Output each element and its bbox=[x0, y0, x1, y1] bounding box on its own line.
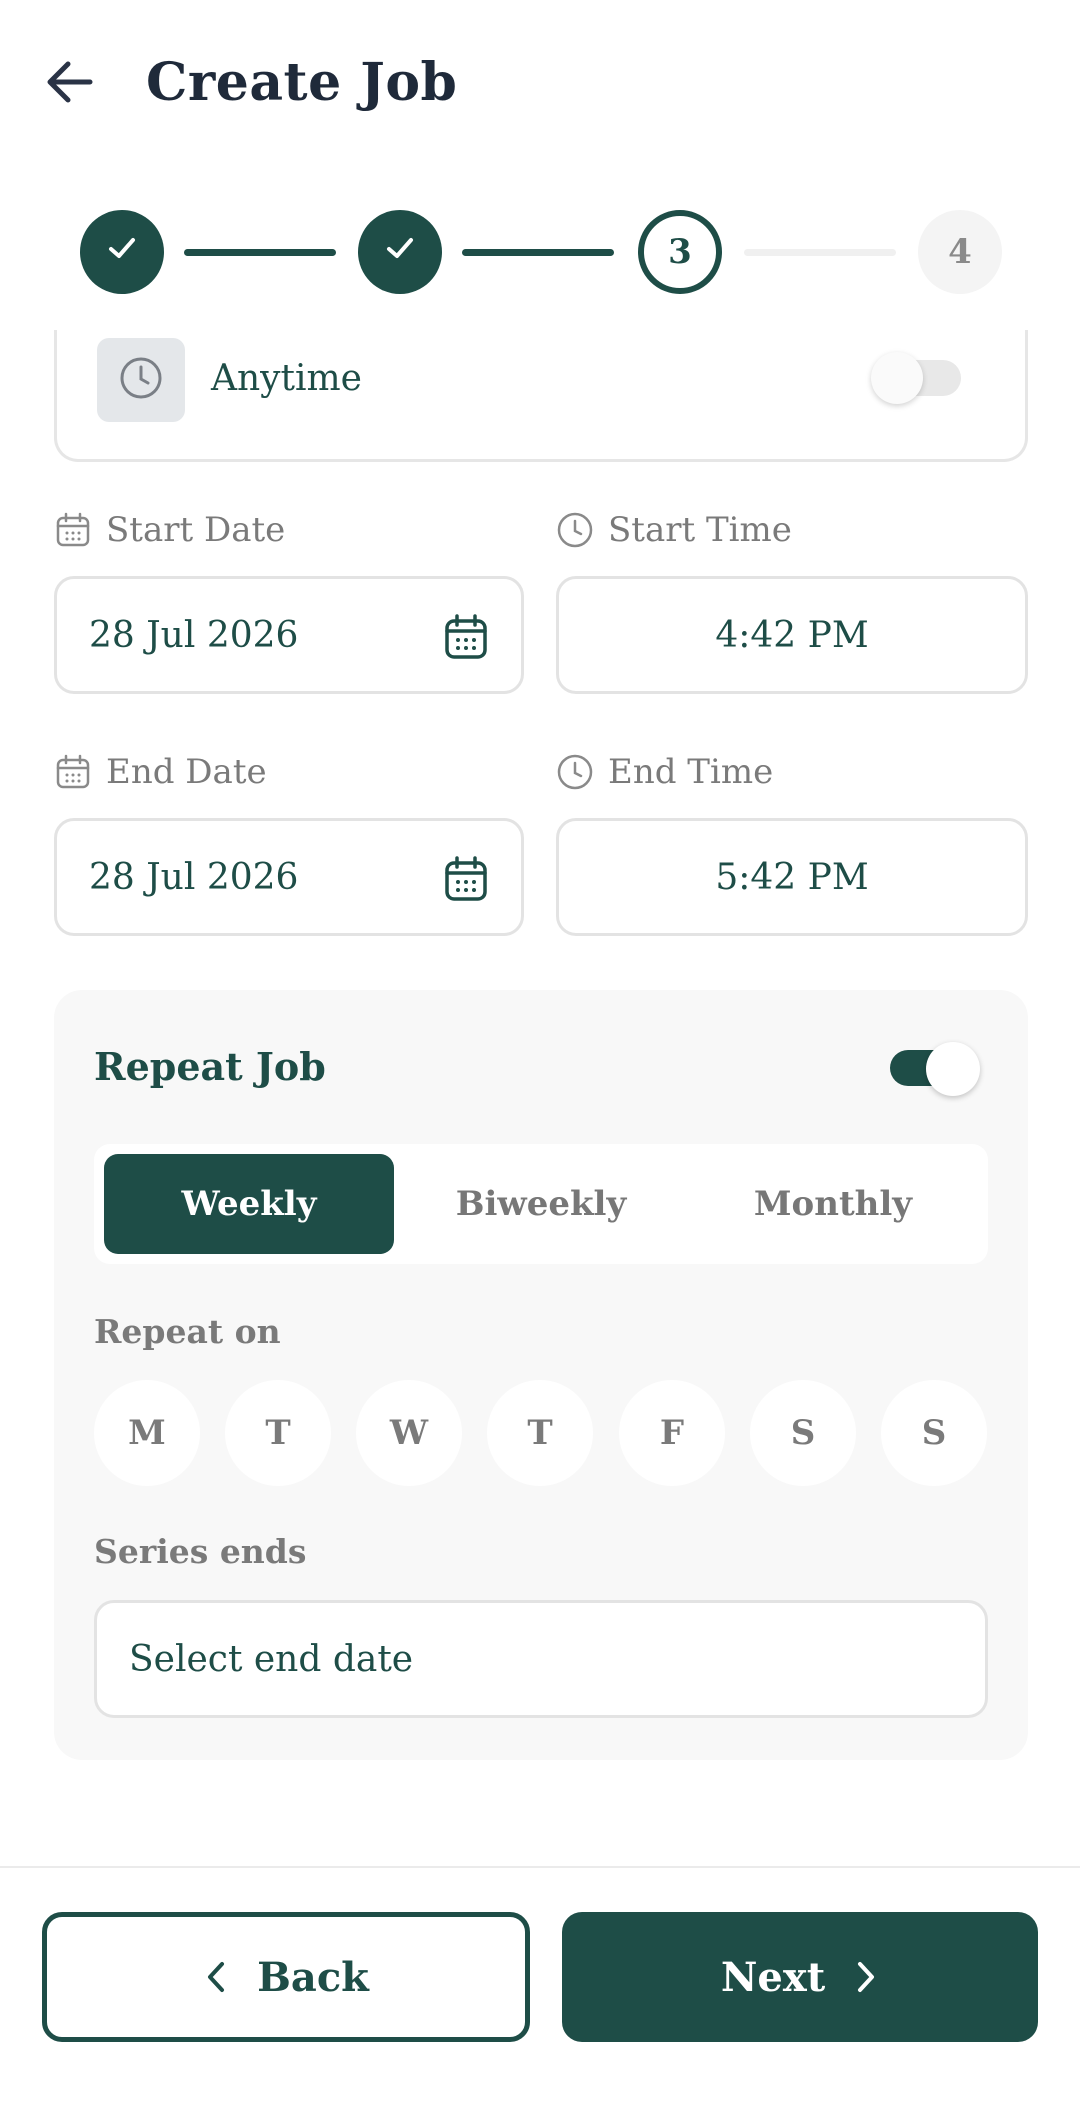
step-connector bbox=[744, 249, 896, 256]
series-end-placeholder: Select end date bbox=[129, 1638, 414, 1680]
day-monday[interactable]: M bbox=[94, 1380, 200, 1486]
end-date-value: 28 Jul 2026 bbox=[89, 856, 299, 898]
repeat-on-label: Repeat on bbox=[94, 1312, 281, 1351]
step-1 bbox=[80, 210, 164, 294]
clock-icon bbox=[556, 511, 594, 549]
end-time-value: 5:42 PM bbox=[715, 856, 869, 898]
end-date-label: End Date bbox=[54, 752, 267, 792]
end-time-field[interactable]: 5:42 PM bbox=[556, 818, 1028, 936]
start-time-value: 4:42 PM bbox=[715, 614, 869, 656]
footer-divider bbox=[0, 1866, 1080, 1868]
start-date-label: Start Date bbox=[54, 510, 285, 550]
back-button[interactable]: Back bbox=[42, 1912, 530, 2042]
calendar-icon[interactable] bbox=[443, 613, 489, 661]
day-thursday[interactable]: T bbox=[487, 1380, 593, 1486]
chevron-left-icon bbox=[203, 1959, 229, 1995]
clock-icon bbox=[556, 753, 594, 791]
calendar-icon bbox=[54, 511, 92, 549]
arrow-left-icon[interactable] bbox=[40, 52, 100, 112]
toggle-knob bbox=[871, 352, 923, 404]
start-time-label: Start Time bbox=[556, 510, 792, 550]
calendar-icon bbox=[54, 753, 92, 791]
day-friday[interactable]: F bbox=[619, 1380, 725, 1486]
step-4: 4 bbox=[918, 210, 1002, 294]
step-2 bbox=[358, 210, 442, 294]
check-icon bbox=[382, 230, 418, 275]
step-connector bbox=[184, 249, 336, 256]
anytime-option-card: Anytime bbox=[54, 330, 1028, 462]
next-button-label: Next bbox=[720, 1953, 826, 2001]
step-connector bbox=[462, 249, 614, 256]
back-button-label: Back bbox=[257, 1953, 369, 2001]
frequency-selector: Weekly Biweekly Monthly bbox=[94, 1144, 988, 1264]
start-date-label-text: Start Date bbox=[106, 510, 286, 550]
anytime-icon-box bbox=[97, 338, 185, 422]
next-button[interactable]: Next bbox=[562, 1912, 1038, 2042]
step-number: 3 bbox=[668, 232, 692, 272]
repeat-job-toggle[interactable] bbox=[890, 1042, 980, 1096]
end-time-label: End Time bbox=[556, 752, 773, 792]
repeat-job-panel: Repeat Job Weekly Biweekly Monthly Repea… bbox=[54, 990, 1028, 1760]
repeat-job-title: Repeat Job bbox=[94, 1044, 326, 1089]
step-3: 3 bbox=[638, 210, 722, 294]
day-sunday[interactable]: S bbox=[881, 1380, 987, 1486]
frequency-weekly[interactable]: Weekly bbox=[104, 1154, 394, 1254]
start-date-field[interactable]: 28 Jul 2026 bbox=[54, 576, 524, 694]
start-time-label-text: Start Time bbox=[608, 510, 792, 550]
toggle-knob bbox=[926, 1042, 980, 1096]
end-date-field[interactable]: 28 Jul 2026 bbox=[54, 818, 524, 936]
end-time-label-text: End Time bbox=[608, 752, 774, 792]
anytime-label: Anytime bbox=[211, 358, 362, 399]
series-end-date-field[interactable]: Select end date bbox=[94, 1600, 988, 1718]
end-date-label-text: End Date bbox=[106, 752, 267, 792]
day-saturday[interactable]: S bbox=[750, 1380, 856, 1486]
anytime-toggle[interactable] bbox=[871, 352, 961, 404]
page-title: Create Job bbox=[146, 52, 458, 113]
check-icon bbox=[104, 230, 140, 275]
calendar-icon[interactable] bbox=[443, 855, 489, 903]
frequency-biweekly[interactable]: Biweekly bbox=[396, 1154, 686, 1254]
frequency-monthly[interactable]: Monthly bbox=[688, 1154, 978, 1254]
start-date-value: 28 Jul 2026 bbox=[89, 614, 299, 656]
app-header: Create Job bbox=[0, 0, 1080, 170]
day-tuesday[interactable]: T bbox=[225, 1380, 331, 1486]
series-ends-label: Series ends bbox=[94, 1532, 307, 1571]
step-number: 4 bbox=[948, 232, 972, 272]
day-wednesday[interactable]: W bbox=[356, 1380, 462, 1486]
chevron-right-icon bbox=[853, 1959, 879, 1995]
progress-stepper: 3 4 bbox=[0, 210, 1080, 300]
start-time-field[interactable]: 4:42 PM bbox=[556, 576, 1028, 694]
clock-icon bbox=[118, 355, 164, 405]
